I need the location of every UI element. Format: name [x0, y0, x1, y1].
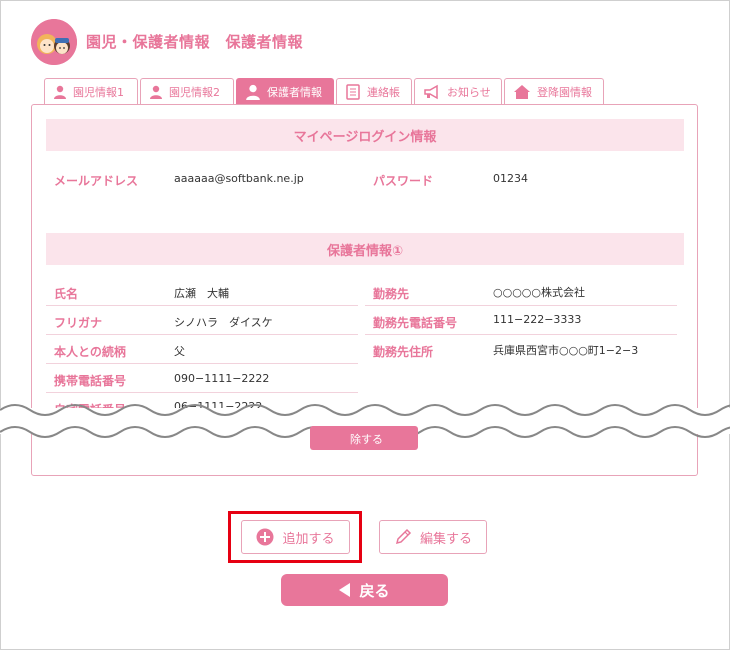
field-label: フリガナ [54, 316, 103, 330]
row-divider [46, 363, 358, 364]
row-divider [365, 305, 677, 306]
avatar [31, 19, 77, 65]
password-label: パスワード [373, 174, 434, 188]
add-button-label: 追加する [282, 531, 335, 547]
guardian-section-header: 保護者情報① [46, 233, 684, 265]
tab-guardian-info[interactable]: 保護者情報 [236, 78, 334, 104]
back-button-label: 戻る [359, 581, 390, 600]
delete-button-label: 除する [350, 433, 383, 446]
tab-label: 園児情報2 [169, 85, 220, 99]
login-section-header: マイページログイン情報 [46, 119, 684, 151]
page-title: 園児・保護者情報 保護者情報 [86, 33, 304, 51]
field-label: 氏名 [54, 287, 79, 301]
field-label: 勤務先 [373, 287, 410, 301]
tab-label: 連絡帳 [367, 85, 400, 99]
field-value: 広瀬 大輔 [174, 287, 229, 300]
email-label: メールアドレス [54, 174, 139, 188]
person-icon [246, 84, 260, 100]
children-avatar-icon [31, 19, 77, 65]
house-icon [514, 84, 530, 99]
triangle-left-icon [339, 583, 351, 597]
field-label: 勤務先電話番号 [373, 316, 458, 330]
row-divider [46, 305, 358, 306]
tab-label: お知らせ [447, 85, 491, 99]
tab-child-info-2[interactable]: 園児情報2 [140, 78, 234, 104]
field-value: 090−1111−2222 [174, 372, 270, 385]
tab-child-info-1[interactable]: 園児情報1 [44, 78, 138, 104]
field-value: シノハラ ダイスケ [174, 316, 273, 329]
field-label: 本人との続柄 [54, 345, 126, 359]
back-button[interactable]: 戻る [281, 574, 448, 606]
edit-button-label: 編集する [419, 531, 472, 547]
field-label: 勤務先住所 [373, 345, 434, 359]
tab-label: 登降園情報 [537, 85, 592, 99]
tab-label: 保護者情報 [267, 85, 322, 99]
notebook-icon [346, 83, 360, 100]
row-divider [365, 334, 677, 335]
tab-attendance[interactable]: 登降園情報 [504, 78, 604, 104]
field-value: ○○○○○株式会社 [493, 286, 585, 299]
person-icon [54, 85, 66, 99]
delete-button-partial[interactable]: 除する [310, 426, 418, 450]
row-divider [46, 392, 358, 393]
tab-label: 園児情報1 [73, 85, 124, 99]
edit-button[interactable]: 編集する [379, 520, 487, 554]
megaphone-icon [424, 84, 438, 99]
add-button[interactable]: 追加する [241, 520, 350, 554]
tab-notices[interactable]: お知らせ [414, 78, 502, 104]
person-icon [150, 85, 162, 99]
field-label: 携帯電話番号 [54, 374, 127, 388]
plus-circle-icon [256, 528, 274, 546]
row-divider [46, 334, 358, 335]
email-value: aaaaaa@softbank.ne.jp [174, 172, 304, 185]
tab-notebook[interactable]: 連絡帳 [336, 78, 412, 104]
field-value: 兵庫県西宮市○○○町1−2−3 [493, 344, 639, 357]
field-value: 111−222−3333 [493, 313, 582, 326]
pencil-icon [395, 528, 412, 545]
field-value: 父 [174, 345, 185, 358]
password-value: 01234 [493, 172, 528, 185]
